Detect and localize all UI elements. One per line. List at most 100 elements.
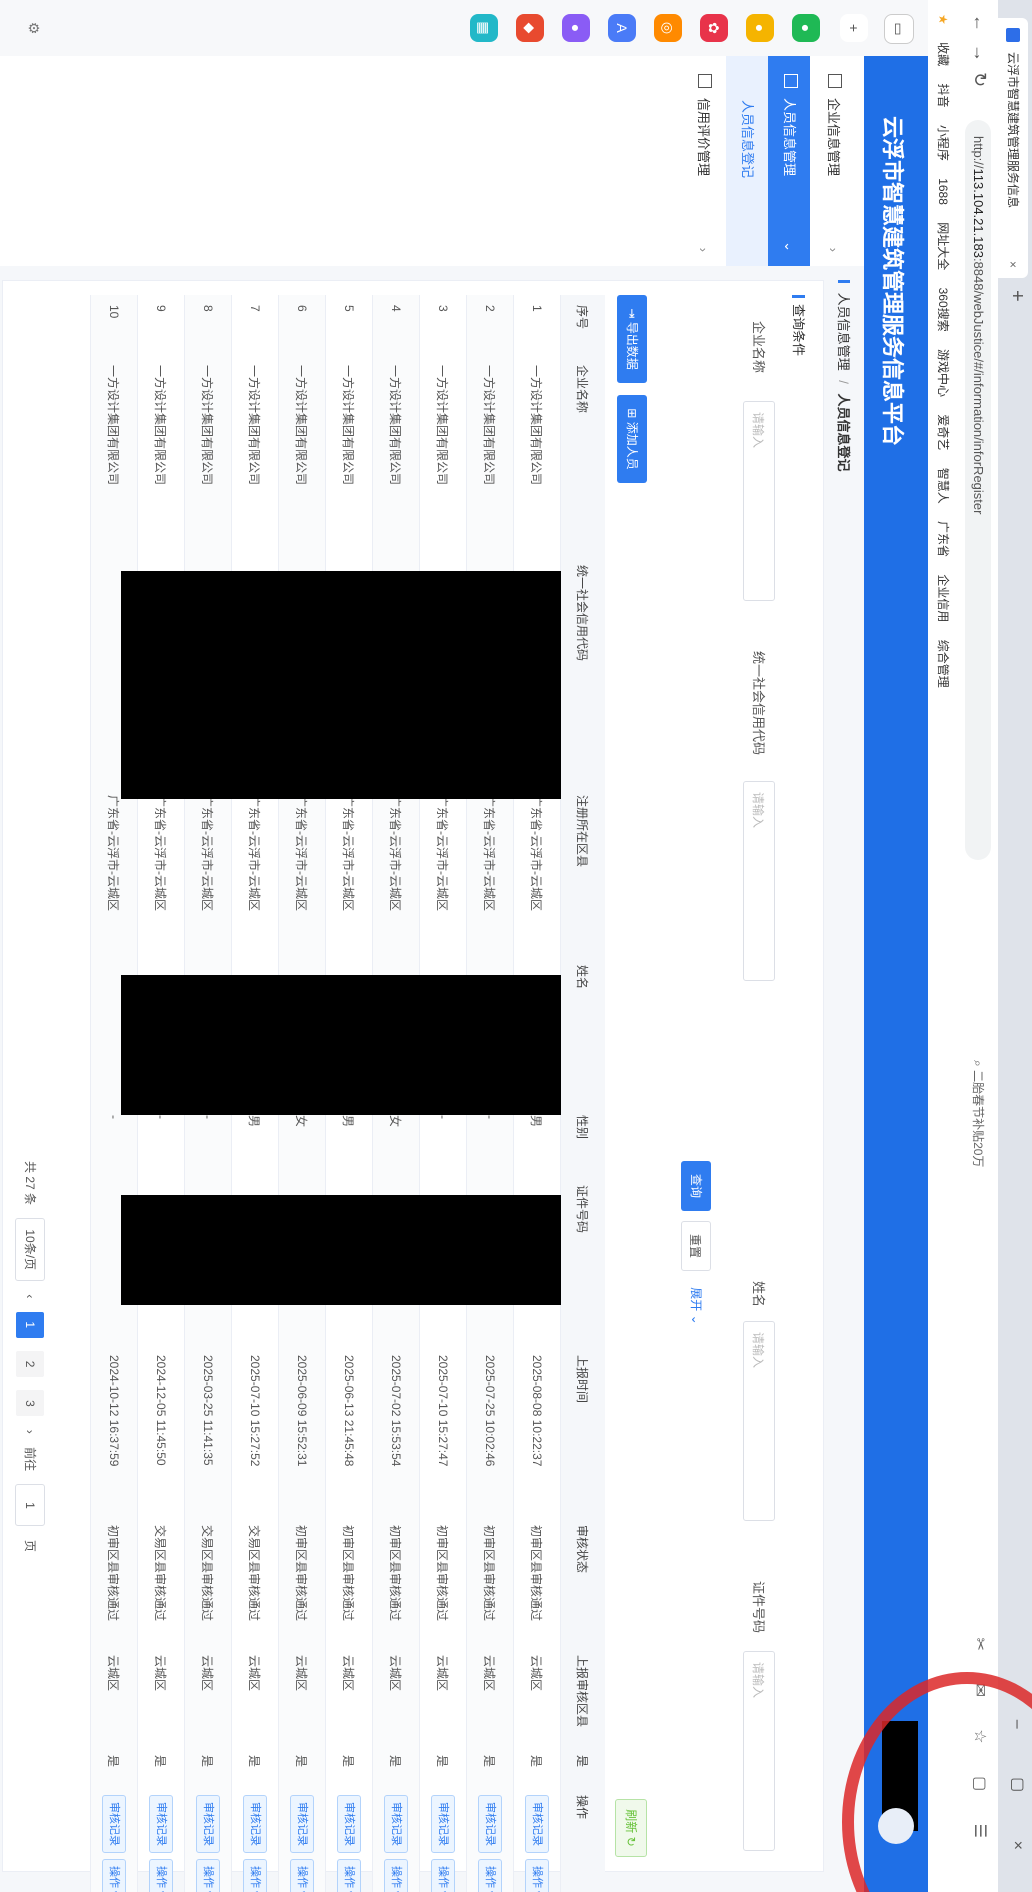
browser-search-input[interactable]: ⌕ 二胎春节补贴20万 [965, 1060, 991, 1360]
sidebar-item-company[interactable]: 企业信息管理 › [812, 56, 854, 266]
region: 广东省-云浮市-云城区 [419, 785, 467, 955]
report-time: 2024-10-12 16:37:59 [90, 1345, 138, 1515]
forward-icon[interactable]: → [969, 44, 990, 62]
browser-tab[interactable]: 云浮市智慧建筑管理服务信息 × [998, 18, 1028, 278]
dock-app-icon[interactable]: ● [746, 14, 774, 42]
bookmark-item[interactable]: 360搜索 [936, 288, 950, 332]
dock-app-icon[interactable]: ◆ [516, 14, 544, 42]
operation-dropdown-button[interactable]: 操作 ▾ [431, 1859, 455, 1892]
operation-dropdown-button[interactable]: 操作 ▾ [478, 1859, 502, 1892]
audit-record-button[interactable]: 审核记录 [478, 1795, 502, 1853]
audit-record-button[interactable]: 审核记录 [525, 1795, 549, 1853]
add-person-button[interactable]: ⊞ 添加人员 [617, 395, 647, 483]
dock-app-icon[interactable]: A [608, 14, 636, 42]
chevron-right-icon: › [826, 247, 841, 252]
url-input[interactable]: http://113.104.21.183:8848/webJustice/#/… [965, 120, 991, 860]
prev-page-icon[interactable]: ‹ [16, 1294, 44, 1298]
pagination-total: 共 27 条 [23, 1161, 37, 1206]
audit-record-button[interactable]: 审核记录 [243, 1795, 267, 1853]
bookmark-item[interactable]: 收藏 [936, 42, 950, 66]
jump-page-input[interactable]: 1 [15, 1484, 45, 1527]
reload-icon[interactable]: ↻ [969, 72, 990, 87]
export-button[interactable]: ⇥ 导出数据 [617, 295, 647, 383]
rotated-screen: 云浮市智慧建筑管理服务信息 × + – ▢ × ← → ↻ http://113… [0, 0, 1032, 1892]
company-name: 一方设计集团有限公司 [466, 355, 514, 555]
bookmark-item[interactable]: 网址大全 [936, 222, 950, 270]
flag: 是 [372, 1745, 420, 1785]
dock-app-icon[interactable]: ● [562, 14, 590, 42]
operation-dropdown-button[interactable]: 操作 ▾ [102, 1859, 126, 1892]
breadcrumb-parent[interactable]: 人员信息管理 [836, 293, 851, 371]
dock-add-icon[interactable]: + [840, 14, 868, 42]
company-input[interactable]: 请输入 [743, 401, 775, 601]
audit-record-button[interactable]: 审核记录 [290, 1795, 314, 1853]
new-tab-icon[interactable]: + [1005, 290, 1028, 302]
dock-app-icon[interactable]: ◎ [654, 14, 682, 42]
dock-tabs-icon[interactable]: ▭ [884, 14, 914, 44]
flag: 是 [466, 1745, 514, 1785]
operation-dropdown-button[interactable]: 操作 ▾ [525, 1859, 549, 1892]
row-number: 7 [231, 295, 279, 355]
operation-dropdown-button[interactable]: 操作 ▾ [384, 1859, 408, 1892]
name-field: 姓名 请输入 [741, 1281, 775, 1581]
audit-record-button[interactable]: 审核记录 [196, 1795, 220, 1853]
audit-record-button[interactable]: 审核记录 [102, 1795, 126, 1853]
bookmark-item[interactable]: 小程序 [936, 125, 950, 161]
gender: - [466, 1105, 514, 1175]
next-page-icon[interactable]: › [16, 1430, 44, 1434]
bookmark-item[interactable]: 综合管理 [936, 640, 950, 688]
page-2[interactable]: 2 [16, 1351, 44, 1378]
audit-record-button[interactable]: 审核记录 [149, 1795, 173, 1853]
sidebar-item-credit[interactable]: 信用评价管理 › [682, 56, 724, 266]
bookmark-item[interactable]: 企业信用 [936, 574, 950, 622]
dock-app-icon[interactable]: ✿ [700, 14, 728, 42]
bookmark-item[interactable]: 智慧人 [936, 468, 950, 504]
row-actions: 审核记录操作 ▾ [372, 1785, 420, 1892]
audit-record-button[interactable]: 审核记录 [384, 1795, 408, 1853]
operation-dropdown-button[interactable]: 操作 ▾ [196, 1859, 220, 1892]
region: 广东省-云浮市-云城区 [137, 785, 185, 955]
breadcrumb-current: 人员信息登记 [836, 393, 851, 472]
row-actions: 审核记录操作 ▾ [90, 1785, 138, 1892]
bookmarks-bar: ★ 收藏 抖音 小程序 1688 网址大全 360搜索 游戏中心 爱奇艺 智慧人… [927, 0, 958, 1892]
page-size-select[interactable]: 10条/页 [15, 1218, 45, 1282]
row-number: 10 [90, 295, 138, 355]
operation-dropdown-button[interactable]: 操作 ▾ [290, 1859, 314, 1892]
operation-dropdown-button[interactable]: 操作 ▾ [337, 1859, 361, 1892]
expand-button[interactable]: 展开 ⌄ [681, 1281, 711, 1331]
tab-close-icon[interactable]: × [998, 261, 1028, 268]
search-button[interactable]: 查询 [681, 1161, 711, 1211]
audit-record-button[interactable]: 审核记录 [431, 1795, 455, 1853]
gender: 女 [372, 1105, 420, 1175]
pagination: 共 27 条 10条/页 ‹ 1 2 3 › 前往 1 页 [15, 1161, 45, 1562]
row-number: 5 [325, 295, 373, 355]
dock-app-icon[interactable]: ● [792, 14, 820, 42]
sidebar-item-personnel[interactable]: 人员信息管理 ⌄ [768, 56, 810, 266]
page-3[interactable]: 3 [16, 1390, 44, 1417]
bookmark-item[interactable]: 抖音 [936, 83, 950, 107]
refresh-button[interactable]: 刷新 ↻ [615, 1799, 647, 1857]
reset-button[interactable]: 重置 [681, 1221, 711, 1271]
back-icon[interactable]: ← [969, 14, 990, 32]
bookmark-item[interactable]: 广东省 [936, 521, 950, 557]
name-input[interactable]: 请输入 [743, 1321, 775, 1521]
operation-dropdown-button[interactable]: 操作 ▾ [243, 1859, 267, 1892]
operation-dropdown-button[interactable]: 操作 ▾ [149, 1859, 173, 1892]
audit-area: 云城区 [466, 1645, 514, 1745]
page-1[interactable]: 1 [16, 1311, 44, 1338]
bookmark-item[interactable]: 1688 [936, 178, 950, 205]
audit-record-button[interactable]: 审核记录 [337, 1795, 361, 1853]
browser-addressbar: ← → ↻ http://113.104.21.183:8848/webJust… [957, 0, 998, 1892]
id-number-input[interactable]: 请输入 [743, 1651, 775, 1851]
company-name: 一方设计集团有限公司 [325, 355, 373, 555]
bookmark-item[interactable]: 游戏中心 [936, 349, 950, 397]
company-name: 一方设计集团有限公司 [231, 355, 279, 555]
dock-settings-icon[interactable]: ⚙ [20, 14, 48, 42]
bookmark-item[interactable]: 爱奇艺 [936, 414, 950, 450]
sidebar-item-personnel-register[interactable]: 人员信息登记 [726, 56, 768, 266]
dock-app-icon[interactable]: ▦ [470, 14, 498, 42]
credit-code-input[interactable]: 请输入 [743, 781, 775, 981]
row-actions: 审核记录操作 ▾ [325, 1785, 373, 1892]
gender: 男 [231, 1105, 279, 1175]
region: 广东省-云浮市-云城区 [466, 785, 514, 955]
